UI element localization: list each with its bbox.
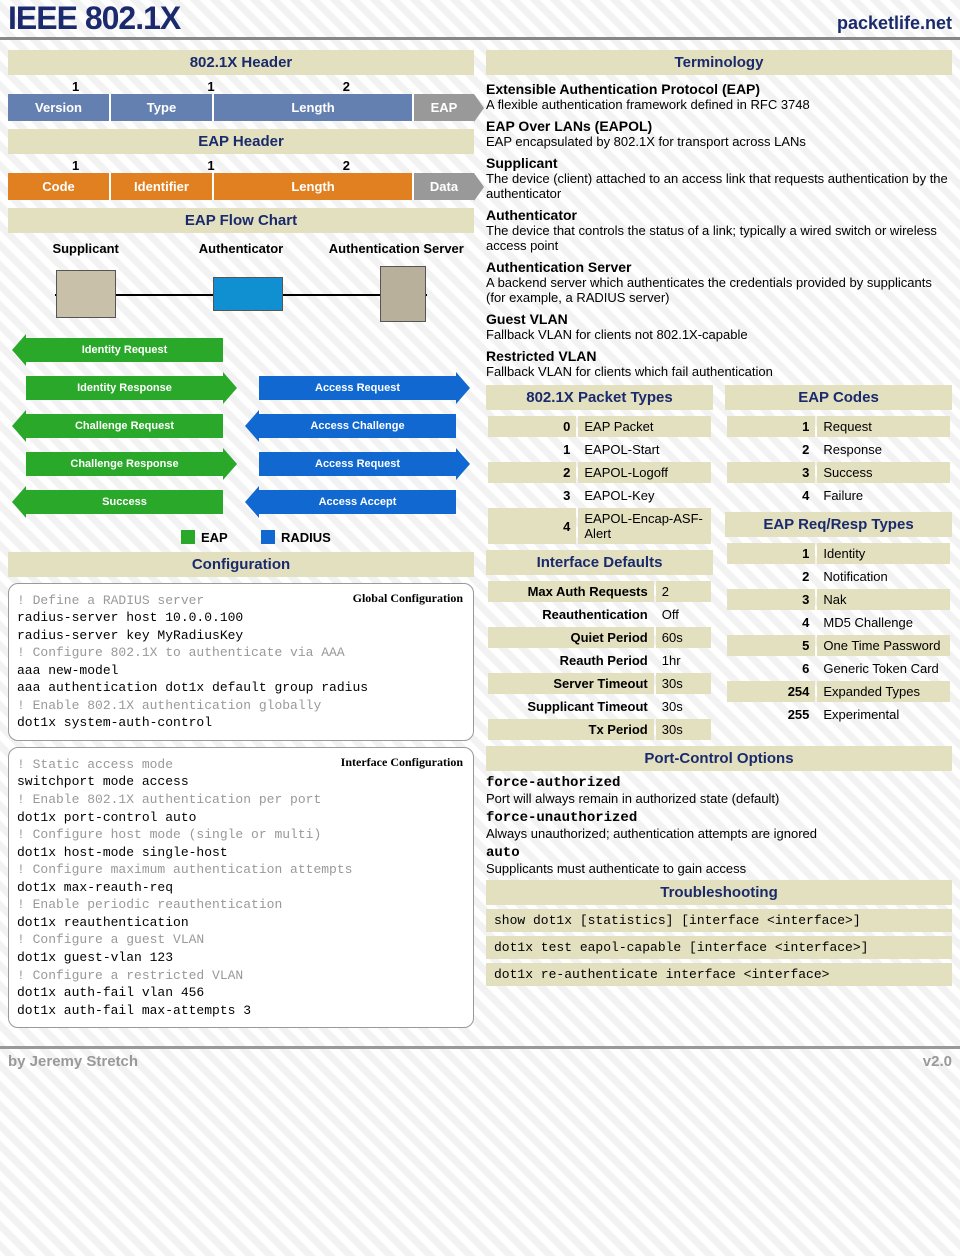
footer-author: by Jeremy Stretch (8, 1053, 138, 1070)
legend-swatch-radius (261, 530, 275, 544)
right-column: Terminology Extensible Authentication Pr… (486, 46, 952, 1034)
section-terminology: Terminology (486, 50, 952, 75)
supplicant-icon (56, 270, 116, 318)
interface-config-label: Interface Configuration (341, 754, 463, 770)
legend-swatch-eap (181, 530, 195, 544)
reqresp-types-table: 1Identity2Notification3Nak4MD5 Challenge… (725, 541, 952, 727)
eap-fields: CodeIdentifierLengthData (8, 173, 474, 200)
section-portcontrol: Port-Control Options (486, 746, 952, 771)
site-name: packetlife.net (837, 13, 952, 34)
flow-arrow: Access Request (259, 376, 456, 400)
left-column: 802.1X Header 112 VersionTypeLengthEAP E… (8, 46, 474, 1034)
page-header: IEEE 802.1X packetlife.net (0, 0, 960, 40)
flow-legend: EAP RADIUS (8, 528, 474, 544)
section-interface-defaults: Interface Defaults (486, 550, 713, 575)
section-troubleshooting: Troubleshooting (486, 880, 952, 905)
global-config-label: Global Configuration (353, 590, 463, 606)
label-authserver: Authentication Server (319, 241, 474, 256)
8021x-bytes: 112 (8, 79, 474, 94)
flow-arrow: Access Accept (259, 490, 456, 514)
flow-arrow: Challenge Request (26, 414, 223, 438)
server-icon (380, 266, 426, 322)
switch-icon (213, 277, 283, 311)
section-eap-codes: EAP Codes (725, 385, 952, 410)
eap-codes-table: 1Request2Response3Success4Failure (725, 414, 952, 508)
page-footer: by Jeremy Stretch v2.0 (0, 1046, 960, 1074)
flow-arrow: Access Request (259, 452, 456, 476)
flow-arrow: Success (26, 490, 223, 514)
section-reqresp-types: EAP Req/Resp Types (725, 512, 952, 537)
section-configuration: Configuration (8, 552, 474, 577)
label-supplicant: Supplicant (8, 241, 163, 256)
page-title: IEEE 802.1X (8, 0, 180, 37)
flow-arrow: Identity Response (26, 376, 223, 400)
global-config-box: Global Configuration ! Define a RADIUS s… (8, 583, 474, 741)
section-8021x-header: 802.1X Header (8, 50, 474, 75)
flow-arrow: Challenge Response (26, 452, 223, 476)
flow-arrow: Identity Request (26, 338, 223, 362)
interface-config-box: Interface Configuration ! Static access … (8, 747, 474, 1028)
eap-bytes: 112 (8, 158, 474, 173)
section-flowchart: EAP Flow Chart (8, 208, 474, 233)
portcontrol-list: force-authorizedPort will always remain … (486, 775, 952, 876)
troubleshooting-commands: show dot1x [statistics] [interface <inte… (486, 909, 952, 986)
interface-defaults-table: Max Auth Requests2ReauthenticationOffQui… (486, 579, 713, 742)
section-eap-header: EAP Header (8, 129, 474, 154)
section-packet-types: 802.1X Packet Types (486, 385, 713, 410)
device-diagram (8, 264, 474, 324)
8021x-fields: VersionTypeLengthEAP (8, 94, 474, 121)
footer-version: v2.0 (923, 1053, 952, 1070)
label-authenticator: Authenticator (163, 241, 318, 256)
flow-labels: Supplicant Authenticator Authentication … (8, 241, 474, 256)
terminology-list: Extensible Authentication Protocol (EAP)… (486, 81, 952, 379)
flow-arrow: Access Challenge (259, 414, 456, 438)
flow-arrows: Identity Request Identity Response Access … (8, 338, 474, 514)
packet-types-table: 0EAP Packet1EAPOL-Start2EAPOL-Logoff3EAP… (486, 414, 713, 546)
